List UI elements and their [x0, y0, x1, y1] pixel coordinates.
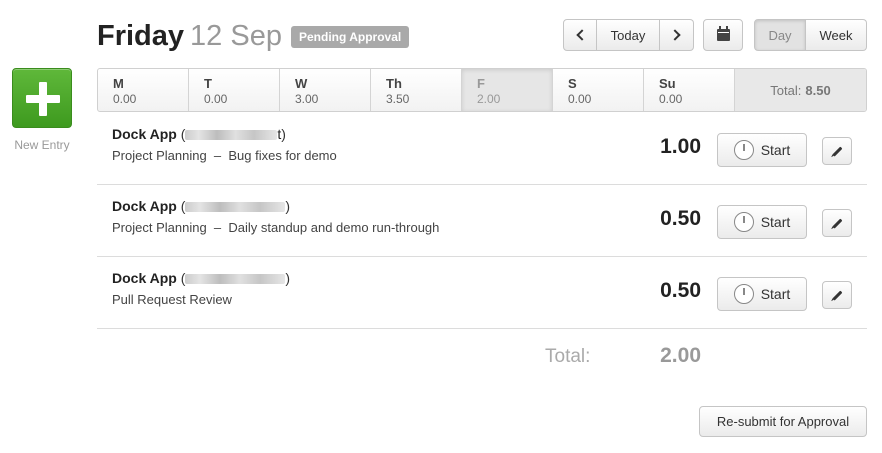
day-abbr: M [113, 76, 124, 91]
resubmit-approval-button[interactable]: Re-submit for Approval [699, 406, 867, 437]
entry-task: Project Planning – Daily standup and dem… [112, 220, 440, 235]
time-entry-row: Dock App () Pull Request Review 0.50 Sta… [97, 257, 867, 329]
clock-icon [733, 212, 754, 232]
today-button[interactable]: Today [597, 19, 660, 51]
day-hours: 3.00 [295, 92, 319, 106]
clock-icon [733, 140, 754, 160]
day-abbr: Th [386, 76, 402, 91]
entry-task: Project Planning – Bug fixes for demo [112, 148, 337, 163]
week-day-sat[interactable]: S 0.00 [553, 69, 644, 111]
edit-entry-button[interactable] [822, 137, 852, 165]
next-day-button[interactable] [660, 19, 694, 51]
week-day-fri[interactable]: F 2.00 [462, 69, 553, 111]
week-total: Total: 8.50 [735, 69, 866, 111]
client-name-redacted [185, 274, 286, 285]
task-name: Project Planning [112, 148, 207, 163]
start-timer-button[interactable]: Start [717, 277, 807, 311]
entry-project: Dock App () [112, 270, 291, 286]
day-hours: 3.50 [386, 92, 410, 106]
day-total-label: Total: [545, 346, 591, 367]
day-name: Friday [97, 20, 185, 52]
pencil-icon [832, 290, 842, 300]
start-label: Start [760, 286, 791, 302]
project-name: Dock App [112, 126, 177, 142]
week-day-thu[interactable]: Th 3.50 [371, 69, 462, 111]
start-label: Start [760, 142, 791, 158]
entry-task: Pull Request Review [112, 292, 232, 307]
day-abbr: S [568, 76, 577, 91]
week-total-label: Total: [770, 82, 802, 98]
previous-day-button[interactable] [563, 19, 597, 51]
day-hours: 0.00 [659, 92, 683, 106]
start-timer-button[interactable]: Start [717, 205, 807, 239]
new-entry-button[interactable] [12, 68, 72, 128]
client-name-redacted [185, 202, 286, 213]
date-navigation: Today [563, 19, 694, 51]
time-entry-row: Dock App (t) Project Planning – Bug fixe… [97, 113, 867, 185]
view-toggle: Day Week [754, 19, 867, 51]
week-day-mon[interactable]: M 0.00 [98, 69, 189, 111]
week-summary-bar: M 0.00 T 0.00 W 3.00 Th 3.50 F 2.00 S 0.… [97, 68, 867, 112]
day-hours: 0.00 [113, 92, 137, 106]
task-name: Pull Request Review [112, 292, 232, 307]
week-total-value: 8.50 [805, 82, 831, 98]
day-hours: 2.00 [477, 92, 501, 106]
client-name-redacted [185, 130, 278, 141]
day-abbr: Su [659, 76, 676, 91]
task-notes: Bug fixes for demo [228, 148, 337, 163]
pencil-icon [832, 146, 842, 156]
day-hours: 0.00 [568, 92, 592, 106]
project-name: Dock App [112, 270, 177, 286]
new-entry-label: New Entry [14, 138, 70, 152]
day-abbr: T [204, 76, 212, 91]
day-total-value: 2.00 [660, 344, 701, 367]
project-name: Dock App [112, 198, 177, 214]
task-name: Project Planning [112, 220, 207, 235]
pencil-icon [832, 218, 842, 228]
entry-hours: 0.50 [660, 279, 701, 302]
page-title: Friday 12 Sep [97, 20, 282, 53]
day-abbr: W [295, 76, 308, 91]
task-notes: Daily standup and demo run-through [228, 220, 440, 235]
edit-entry-button[interactable] [822, 281, 852, 309]
day-hours: 0.00 [204, 92, 228, 106]
calendar-icon [716, 26, 730, 41]
week-view-button[interactable]: Week [806, 19, 867, 51]
time-entry-row: Dock App () Project Planning – Daily sta… [97, 185, 867, 257]
day-view-button[interactable]: Day [754, 19, 806, 51]
day-abbr: F [477, 76, 485, 91]
status-badge: Pending Approval [291, 26, 410, 48]
chevron-right-icon [669, 29, 681, 41]
entry-project: Dock App () [112, 198, 291, 214]
entry-hours: 0.50 [660, 207, 701, 230]
week-day-wed[interactable]: W 3.00 [280, 69, 371, 111]
calendar-button[interactable] [703, 19, 743, 51]
week-day-tue[interactable]: T 0.00 [189, 69, 280, 111]
clock-icon [733, 284, 754, 304]
start-label: Start [760, 214, 791, 230]
start-timer-button[interactable]: Start [717, 133, 807, 167]
entry-project: Dock App (t) [112, 126, 286, 142]
chevron-left-icon [575, 29, 588, 41]
date-label: 12 Sep [190, 20, 282, 52]
week-day-sun[interactable]: Su 0.00 [644, 69, 735, 111]
plus-icon [26, 82, 60, 116]
entry-hours: 1.00 [660, 135, 701, 158]
edit-entry-button[interactable] [822, 209, 852, 237]
